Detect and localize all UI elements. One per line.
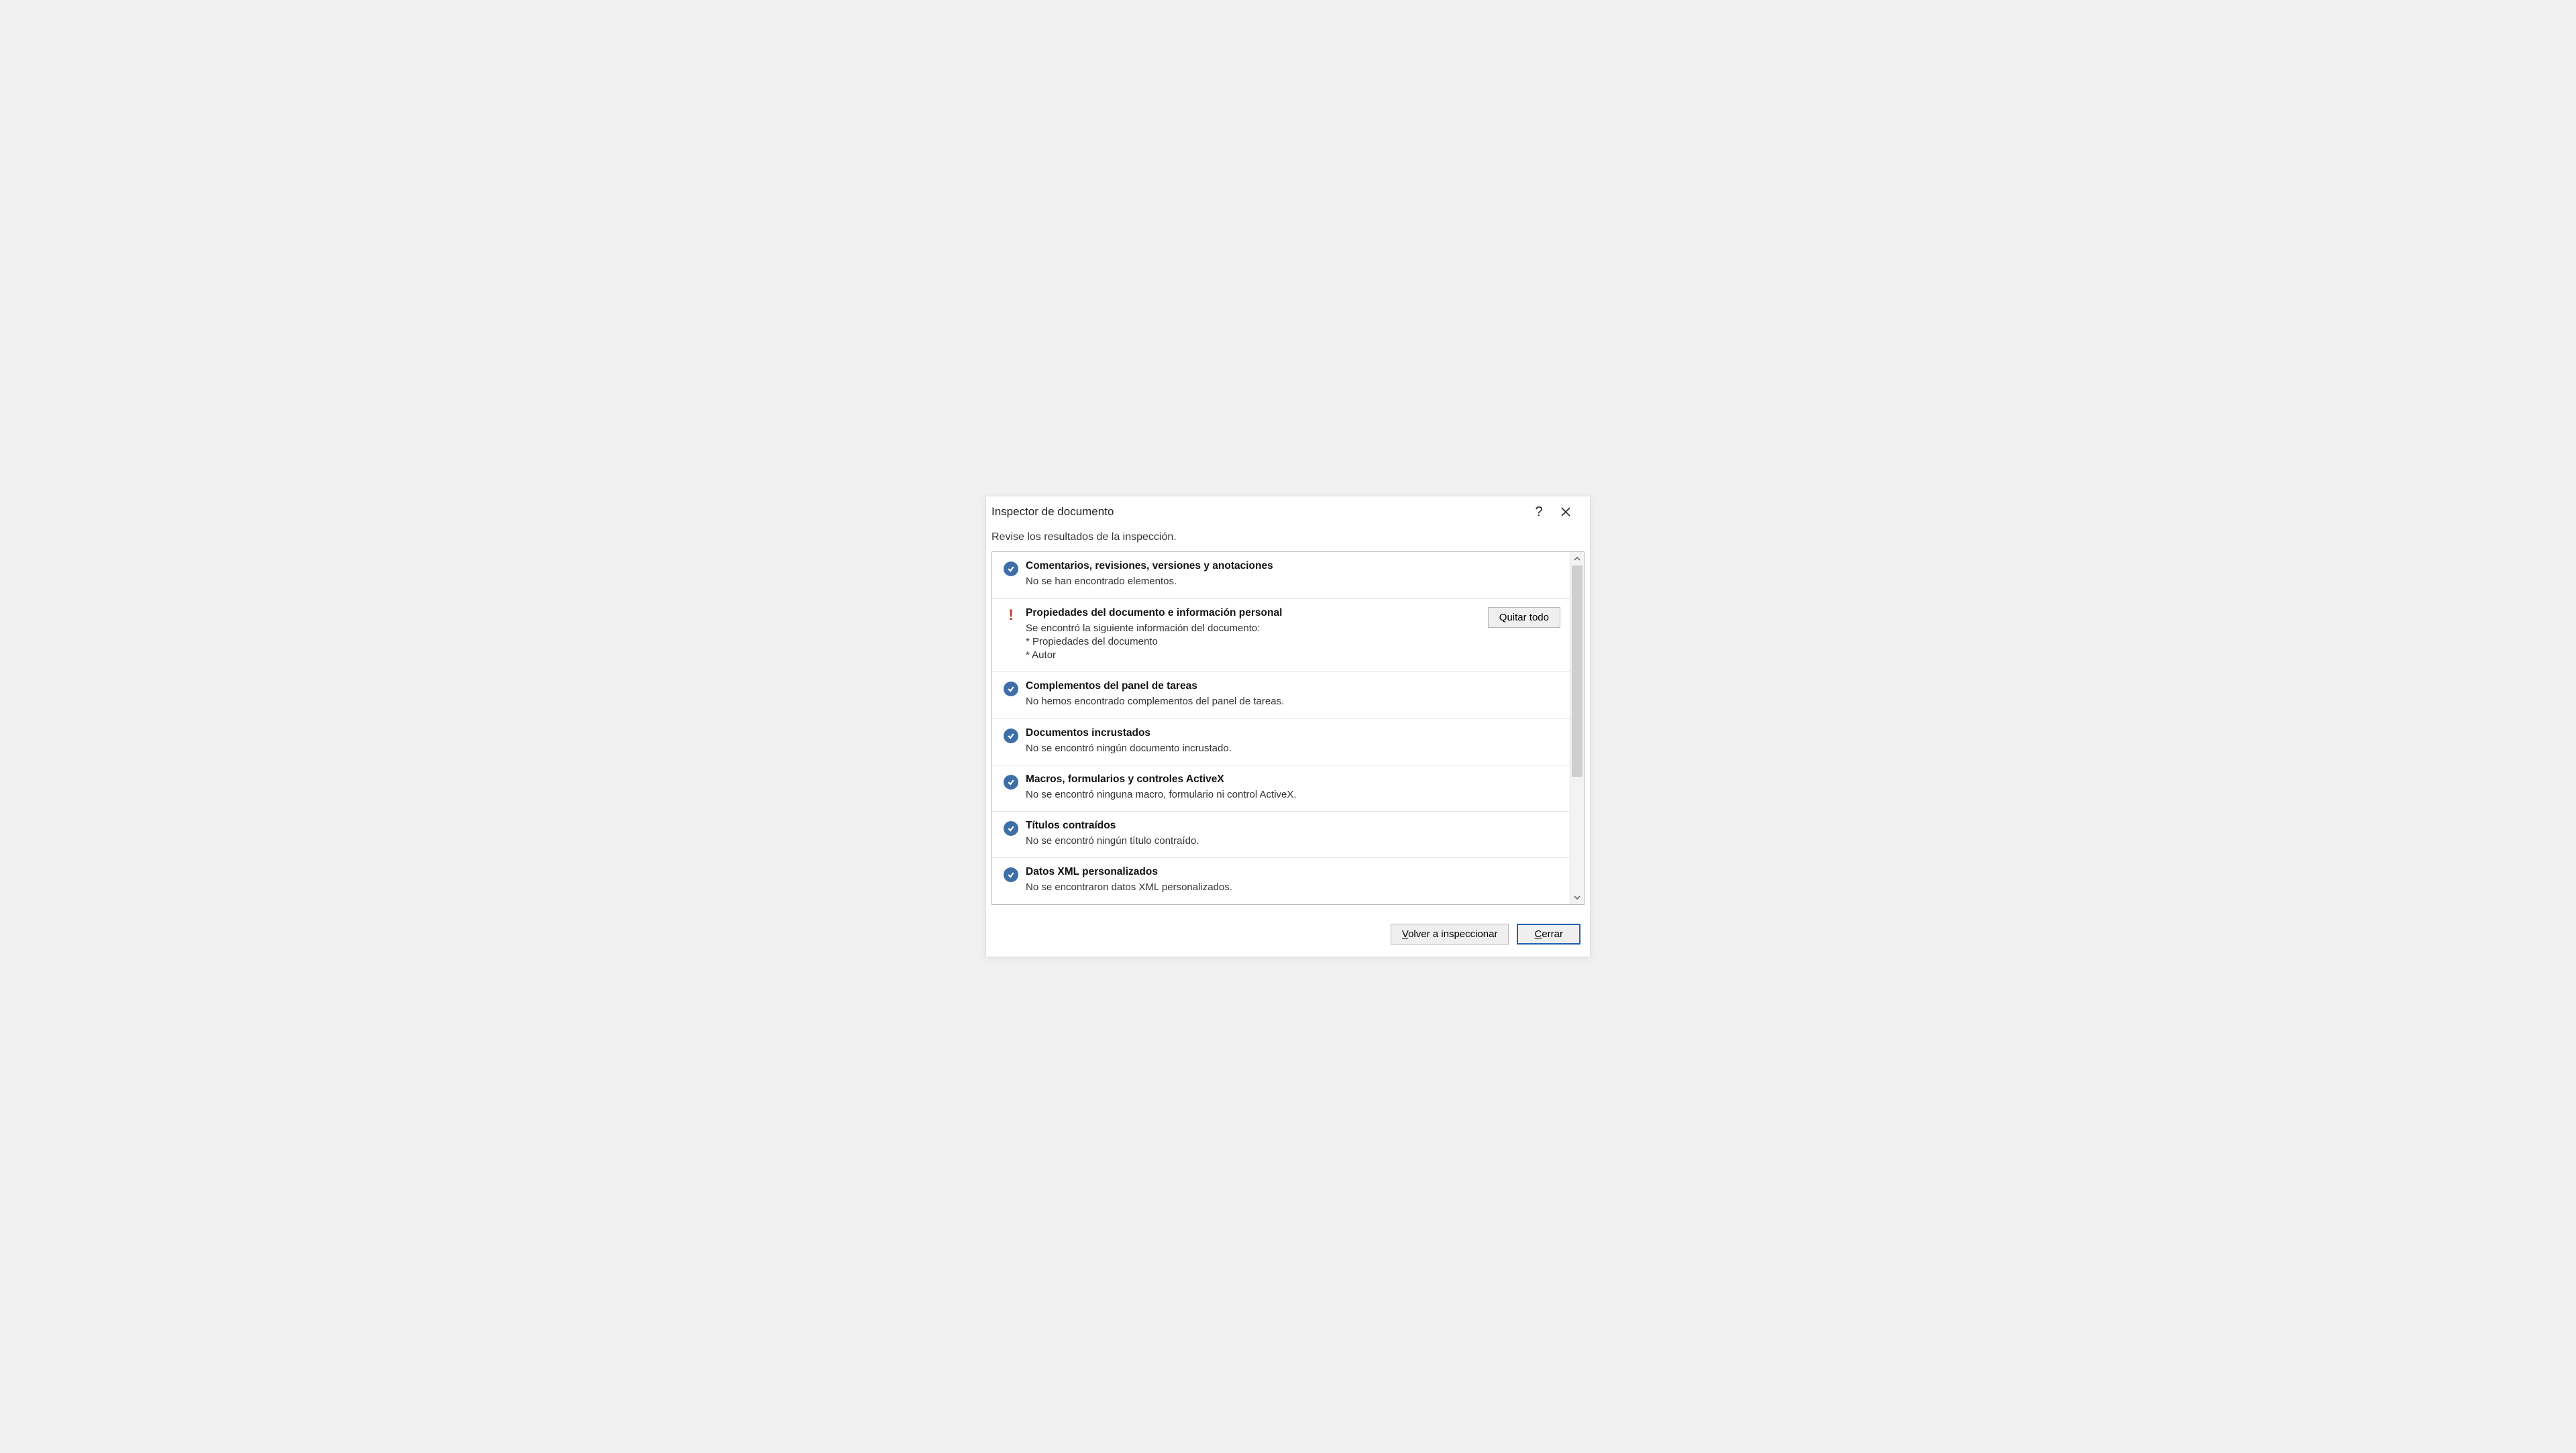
result-row: Complementos del panel de tareas No hemos… — [992, 672, 1570, 718]
result-content: Macros, formularios y controles ActiveX N… — [1020, 773, 1560, 802]
result-action: Quitar todo — [1481, 607, 1560, 663]
result-row: Macros, formularios y controles ActiveX N… — [992, 765, 1570, 812]
result-title: Macros, formularios y controles ActiveX — [1026, 773, 1560, 786]
check-icon — [1002, 560, 1020, 588]
dialog-subtitle: Revise los resultados de la inspección. — [986, 525, 1590, 551]
result-row: Títulos contraídos No se encontró ningún … — [992, 812, 1570, 858]
result-content: Títulos contraídos No se encontró ningún … — [1020, 820, 1560, 848]
result-description: No se encontró ningún título contraído. — [1026, 835, 1560, 848]
close-icon[interactable] — [1552, 502, 1579, 522]
result-content: Documentos incrustados No se encontró nin… — [1020, 727, 1560, 755]
result-row: Comentarios, revisiones, versiones y ano… — [992, 552, 1570, 598]
scroll-down-icon[interactable] — [1570, 891, 1584, 904]
remove-all-button[interactable]: Quitar todo — [1488, 607, 1560, 628]
result-description: No hemos encontrado complementos del pan… — [1026, 695, 1560, 708]
check-icon — [1002, 866, 1020, 894]
document-inspector-dialog: Inspector de documento ? Revise los resu… — [985, 496, 1591, 957]
result-description: No se encontró ninguna macro, formulario… — [1026, 788, 1560, 802]
result-content: Datos XML personalizados No se encontraro… — [1020, 866, 1560, 894]
result-title: Títulos contraídos — [1026, 820, 1560, 832]
result-content: Comentarios, revisiones, versiones y ano… — [1020, 560, 1560, 588]
result-description: No se encontraron datos XML personalizad… — [1026, 881, 1560, 894]
reinspect-button[interactable]: Volver a inspeccionar — [1391, 924, 1509, 945]
result-title: Documentos incrustados — [1026, 727, 1560, 739]
warning-icon: ! — [1002, 607, 1020, 663]
scroll-up-icon[interactable] — [1570, 552, 1584, 566]
check-icon — [1002, 820, 1020, 848]
result-content: Propiedades del documento e información … — [1020, 607, 1481, 663]
result-description: No se encontró ningún documento incrusta… — [1026, 742, 1560, 755]
titlebar: Inspector de documento ? — [986, 496, 1590, 525]
check-icon — [1002, 773, 1020, 802]
result-title: Complementos del panel de tareas — [1026, 680, 1560, 692]
help-icon[interactable]: ? — [1525, 502, 1552, 522]
check-icon — [1002, 680, 1020, 708]
result-title: Datos XML personalizados — [1026, 866, 1560, 878]
result-title: Comentarios, revisiones, versiones y ano… — [1026, 560, 1560, 572]
result-row: Datos XML personalizados No se encontraro… — [992, 858, 1570, 904]
result-description: No se han encontrado elementos. — [1026, 575, 1560, 588]
scroll-thumb[interactable] — [1572, 566, 1582, 777]
results-panel: Comentarios, revisiones, versiones y ano… — [991, 551, 1585, 904]
close-button[interactable]: Cerrar — [1517, 924, 1580, 945]
scroll-track[interactable] — [1570, 566, 1584, 890]
result-row: Documentos incrustados No se encontró nin… — [992, 719, 1570, 765]
result-title: Propiedades del documento e información … — [1026, 607, 1481, 619]
results-list: Comentarios, revisiones, versiones y ano… — [992, 552, 1570, 904]
dialog-title: Inspector de documento — [991, 505, 1525, 519]
result-content: Complementos del panel de tareas No hemos… — [1020, 680, 1560, 708]
check-icon — [1002, 727, 1020, 755]
result-row: ! Propiedades del documento e información… — [992, 599, 1570, 673]
dialog-footer: Volver a inspeccionar Cerrar — [986, 910, 1590, 957]
scrollbar[interactable] — [1570, 552, 1584, 904]
result-description: Se encontró la siguiente información del… — [1026, 622, 1481, 663]
